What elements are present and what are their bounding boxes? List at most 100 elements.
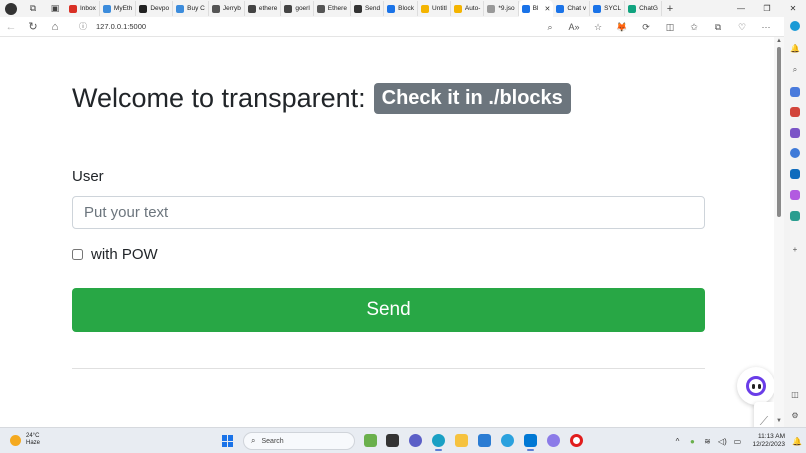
browser-tab[interactable]: Block bbox=[384, 1, 419, 16]
scroll-up-arrow-icon[interactable]: ▲ bbox=[775, 38, 783, 46]
weather-widget[interactable]: 24°C Haze bbox=[10, 433, 40, 447]
hide-sidebar-icon[interactable]: ◫ bbox=[790, 389, 800, 399]
refresh-icon[interactable]: ↻ bbox=[22, 17, 44, 37]
tab-label: Inbox bbox=[80, 5, 96, 12]
home-icon[interactable]: ⌂ bbox=[44, 17, 66, 37]
maximize-icon[interactable]: ❐ bbox=[754, 0, 780, 17]
teams-chat-icon[interactable] bbox=[409, 434, 422, 447]
mail-app-icon[interactable] bbox=[478, 434, 491, 447]
notifications-bell-icon[interactable]: 🔔 bbox=[790, 43, 800, 53]
favorite-star-icon[interactable]: ☆ bbox=[586, 17, 610, 37]
drop-icon[interactable] bbox=[790, 211, 800, 221]
notification-bell-icon[interactable]: 🔔 bbox=[791, 435, 803, 447]
pow-checkbox[interactable] bbox=[72, 249, 83, 260]
tab-label: SYCL bbox=[604, 5, 622, 12]
tab-label: ChatG bbox=[639, 5, 658, 12]
browser-tab[interactable]: ethere bbox=[245, 1, 282, 16]
browser-tab[interactable]: goerl bbox=[281, 1, 314, 16]
site-info-icon[interactable]: ⓘ bbox=[76, 21, 90, 32]
browser-tab[interactable]: Bl ✕ bbox=[518, 0, 554, 17]
address-bar[interactable]: ⓘ 127.0.0.1:5000 bbox=[72, 18, 572, 35]
browser-tab[interactable]: Chat v bbox=[553, 1, 591, 16]
copilot-icon[interactable] bbox=[790, 21, 800, 31]
tray-expand-chevron-icon[interactable]: ^ bbox=[671, 435, 683, 447]
edge-taskbar-icon[interactable] bbox=[432, 434, 445, 451]
close-tab-icon[interactable]: ✕ bbox=[544, 5, 550, 13]
zoom-icon[interactable]: ⌕ bbox=[538, 17, 562, 37]
scroll-thumb[interactable] bbox=[777, 47, 781, 217]
assistant-bot-button[interactable] bbox=[737, 367, 774, 405]
volume-icon[interactable]: ◁) bbox=[716, 435, 728, 447]
browser-tab[interactable]: Devpo bbox=[136, 1, 174, 16]
browser-tab[interactable]: Inbox bbox=[66, 1, 100, 16]
system-tray: ^ ● ≋ ◁) ▭ 11:13 AM 12/22/2023 🔔 bbox=[671, 428, 806, 453]
browser-tab[interactable]: *9.jso bbox=[484, 1, 519, 16]
games-icon[interactable] bbox=[790, 128, 800, 138]
read-aloud-icon[interactable]: A» bbox=[562, 17, 586, 37]
file-explorer-icon[interactable] bbox=[455, 434, 468, 447]
scroll-down-arrow-icon[interactable]: ▼ bbox=[775, 418, 783, 426]
tab-label: Untitl bbox=[432, 5, 447, 12]
search-icon[interactable]: ⌕ bbox=[790, 65, 800, 75]
new-tab-button[interactable]: + bbox=[662, 3, 678, 15]
tab-favicon-icon bbox=[487, 4, 496, 13]
browser-tab[interactable]: ChatG bbox=[625, 1, 662, 16]
widgets-app-icon[interactable] bbox=[364, 434, 377, 447]
clock-time: 11:13 AM bbox=[758, 433, 785, 440]
extensions-icon[interactable]: ⟳ bbox=[634, 17, 658, 37]
taskbar-clock[interactable]: 11:13 AM 12/22/2023 bbox=[752, 433, 785, 449]
vscode-icon[interactable] bbox=[524, 434, 537, 451]
back-arrow-icon[interactable]: ← bbox=[0, 17, 22, 37]
browser-tab[interactable]: Ethere bbox=[314, 1, 351, 16]
window-controls: — ❐ ✕ bbox=[728, 0, 806, 17]
tab-favicon-icon bbox=[284, 4, 293, 13]
tab-label: MyEth bbox=[113, 5, 133, 12]
wifi-icon[interactable]: ≋ bbox=[701, 435, 713, 447]
tab-favicon-icon bbox=[102, 4, 111, 13]
browser-tab[interactable]: MyEth bbox=[100, 1, 137, 16]
windows-start-icon[interactable] bbox=[222, 435, 234, 447]
tab-favicon-icon bbox=[139, 4, 148, 13]
collections-icon[interactable]: ⧉ bbox=[706, 17, 730, 37]
metamask-extension-icon[interactable]: 🦊 bbox=[610, 17, 634, 37]
microsoft-365-icon[interactable] bbox=[790, 148, 800, 158]
shopping-tag-icon[interactable] bbox=[790, 87, 800, 97]
close-window-icon[interactable]: ✕ bbox=[780, 0, 806, 17]
more-menu-icon[interactable]: ··· bbox=[754, 17, 778, 37]
profile-button[interactable] bbox=[0, 0, 22, 17]
task-view-icon[interactable] bbox=[386, 434, 399, 447]
tab-favicon-icon bbox=[387, 4, 396, 13]
side-panel-handle[interactable]: ⟋ bbox=[754, 402, 774, 427]
telegram-icon[interactable] bbox=[501, 434, 514, 447]
pow-label[interactable]: with POW bbox=[91, 246, 158, 263]
tab-actions-icon[interactable]: ▣ bbox=[44, 0, 66, 17]
favorites-icon[interactable]: ✩ bbox=[682, 17, 706, 37]
page-scrollbar[interactable]: ▲ ▼ bbox=[774, 37, 784, 427]
tray-app-icon[interactable]: ● bbox=[686, 435, 698, 447]
opera-icon[interactable] bbox=[570, 434, 583, 447]
browser-tab[interactable]: Untitl bbox=[418, 1, 451, 16]
taskbar-search-box[interactable]: ⌕ Search bbox=[243, 432, 355, 450]
browser-tab[interactable]: Jerryb bbox=[209, 1, 245, 16]
app-hexagon-icon[interactable] bbox=[547, 434, 560, 447]
tab-label: Bl bbox=[532, 5, 539, 12]
send-button[interactable]: Send bbox=[72, 288, 705, 332]
split-screen-icon[interactable]: ◫ bbox=[658, 17, 682, 37]
tools-icon[interactable] bbox=[790, 107, 800, 117]
outlook-icon[interactable] bbox=[790, 169, 800, 179]
divider bbox=[72, 368, 705, 369]
sidebar-settings-gear-icon[interactable]: ⚙ bbox=[790, 410, 800, 420]
user-text-input[interactable] bbox=[72, 196, 705, 229]
browser-essentials-icon[interactable]: ♡ bbox=[730, 17, 754, 37]
browser-tab[interactable]: SYCL bbox=[590, 1, 626, 16]
designer-icon[interactable] bbox=[790, 190, 800, 200]
browser-tab[interactable]: Send bbox=[351, 1, 385, 16]
tab-list: Inbox MyEth Devpo Buy C Jerryb ethere goerl Eth… bbox=[66, 0, 662, 17]
minimize-icon[interactable]: — bbox=[728, 0, 754, 17]
weather-temp: 24°C bbox=[26, 433, 40, 439]
battery-icon[interactable]: ▭ bbox=[731, 435, 743, 447]
workspaces-icon[interactable]: ⧉ bbox=[22, 0, 44, 17]
browser-tab[interactable]: Buy C bbox=[173, 1, 209, 16]
add-sidebar-app-icon[interactable]: + bbox=[790, 244, 800, 254]
browser-tab[interactable]: Auto- bbox=[451, 1, 485, 16]
